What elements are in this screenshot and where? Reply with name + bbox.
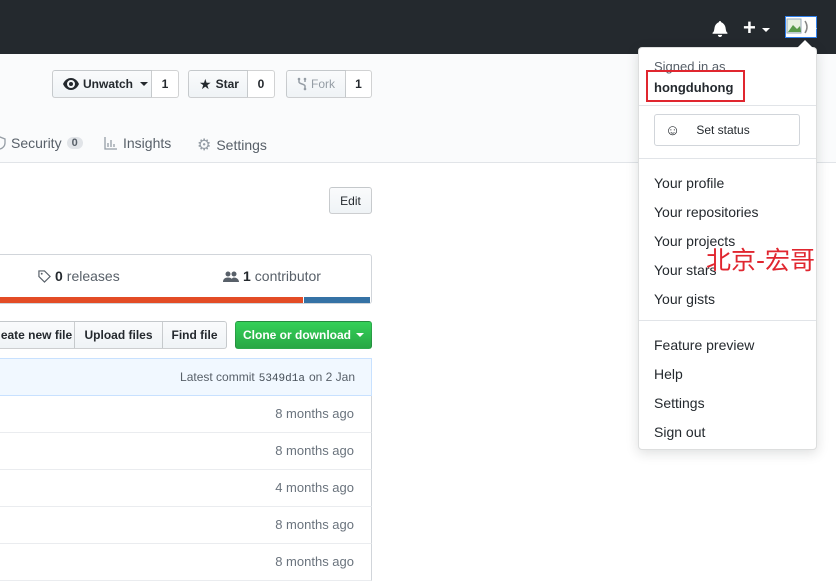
shield-icon xyxy=(0,136,6,150)
table-row[interactable]: 8 months ago xyxy=(0,544,372,581)
latest-commit-bar: Latest commit 5349d1a on 2 Jan xyxy=(0,358,372,396)
upload-files-button[interactable]: Upload files xyxy=(75,321,163,349)
commit-date: on 2 Jan xyxy=(308,370,355,384)
find-file-label: Find file xyxy=(171,328,218,342)
chevron-down-icon[interactable] xyxy=(809,28,817,32)
star-icon: ★ xyxy=(199,75,212,92)
file-age: 8 months ago xyxy=(275,443,354,458)
fork-button[interactable]: Fork xyxy=(286,70,346,98)
file-age: 4 months ago xyxy=(275,480,354,495)
bell-icon[interactable] xyxy=(712,20,728,37)
fork-icon xyxy=(297,77,307,91)
tab-insights-label: Insights xyxy=(123,135,172,151)
edit-button[interactable]: Edit xyxy=(329,187,372,214)
divider xyxy=(639,158,816,159)
tag-icon xyxy=(38,269,51,283)
people-icon xyxy=(223,271,239,282)
broken-image-icon xyxy=(786,18,808,34)
chevron-down-icon xyxy=(356,333,364,337)
edit-label: Edit xyxy=(340,193,361,208)
tab-security-count: 0 xyxy=(66,137,83,149)
divider xyxy=(639,105,816,106)
dropdown-arrow xyxy=(797,40,813,48)
table-row[interactable]: 8 months ago xyxy=(0,396,372,433)
tab-security-label: Security xyxy=(11,135,62,151)
menu-sign-out[interactable]: Sign out xyxy=(654,424,705,440)
chevron-down-icon xyxy=(140,82,149,86)
table-row[interactable]: 8 months ago xyxy=(0,507,372,544)
create-new-file-button[interactable]: eate new file xyxy=(0,321,75,349)
star-label: Star xyxy=(215,77,239,91)
menu-your-repositories[interactable]: Your repositories xyxy=(654,204,759,220)
set-status-label: Set status xyxy=(696,123,750,137)
clone-or-download-button[interactable]: Clone or download xyxy=(235,321,372,349)
smiley-icon: ☺ xyxy=(665,121,681,139)
unwatch-label: Unwatch xyxy=(83,77,134,91)
tab-settings-label: Settings xyxy=(216,137,267,153)
eye-icon xyxy=(63,78,79,90)
fork-count[interactable]: 1 xyxy=(346,70,372,98)
find-file-button[interactable]: Find file xyxy=(163,321,227,349)
gear-icon: ⚙ xyxy=(197,137,212,154)
language-bar-primary xyxy=(0,297,303,303)
menu-settings[interactable]: Settings xyxy=(654,395,705,411)
top-navbar: + xyxy=(0,0,836,54)
create-new-file-label: eate new file xyxy=(0,328,73,342)
file-age: 8 months ago xyxy=(275,406,354,421)
upload-files-label: Upload files xyxy=(84,328,153,342)
username[interactable]: hongduhong xyxy=(654,80,733,95)
language-bar-secondary xyxy=(304,297,370,303)
releases-label: releases xyxy=(66,268,120,284)
tab-settings[interactable]: ⚙ Settings xyxy=(197,135,267,155)
menu-your-gists[interactable]: Your gists xyxy=(654,291,715,307)
avatar[interactable] xyxy=(785,16,817,38)
graph-icon xyxy=(104,137,117,150)
unwatch-button[interactable]: Unwatch xyxy=(52,70,152,98)
tab-security[interactable]: Security 0 xyxy=(0,135,83,151)
contributors-label: contributor xyxy=(254,268,321,284)
contributors-count: 1 xyxy=(243,268,251,284)
latest-commit-prefix: Latest commit xyxy=(180,370,255,384)
menu-your-profile[interactable]: Your profile xyxy=(654,175,724,191)
watch-count[interactable]: 1 xyxy=(152,70,179,98)
plus-icon[interactable]: + xyxy=(743,17,756,39)
clone-or-download-label: Clone or download xyxy=(243,328,351,342)
commit-sha[interactable]: 5349d1a xyxy=(259,373,305,385)
file-age: 8 months ago xyxy=(275,517,354,532)
fork-label: Fork xyxy=(311,77,335,91)
divider xyxy=(639,320,816,321)
releases-link[interactable]: 0 releases xyxy=(38,268,120,284)
menu-feature-preview[interactable]: Feature preview xyxy=(654,337,754,353)
menu-help[interactable]: Help xyxy=(654,366,683,382)
star-count[interactable]: 0 xyxy=(248,70,275,98)
set-status-button[interactable]: ☺ Set status xyxy=(654,114,800,146)
tab-insights[interactable]: Insights xyxy=(104,135,171,151)
contributors-link[interactable]: 1 contributor xyxy=(223,268,321,284)
star-button[interactable]: ★ Star xyxy=(188,70,248,98)
table-row[interactable]: 4 months ago xyxy=(0,470,372,507)
chevron-down-icon[interactable] xyxy=(762,28,770,32)
table-row[interactable]: 8 months ago xyxy=(0,433,372,470)
releases-count: 0 xyxy=(55,268,63,284)
watermark: 北京-宏哥 xyxy=(706,246,816,275)
